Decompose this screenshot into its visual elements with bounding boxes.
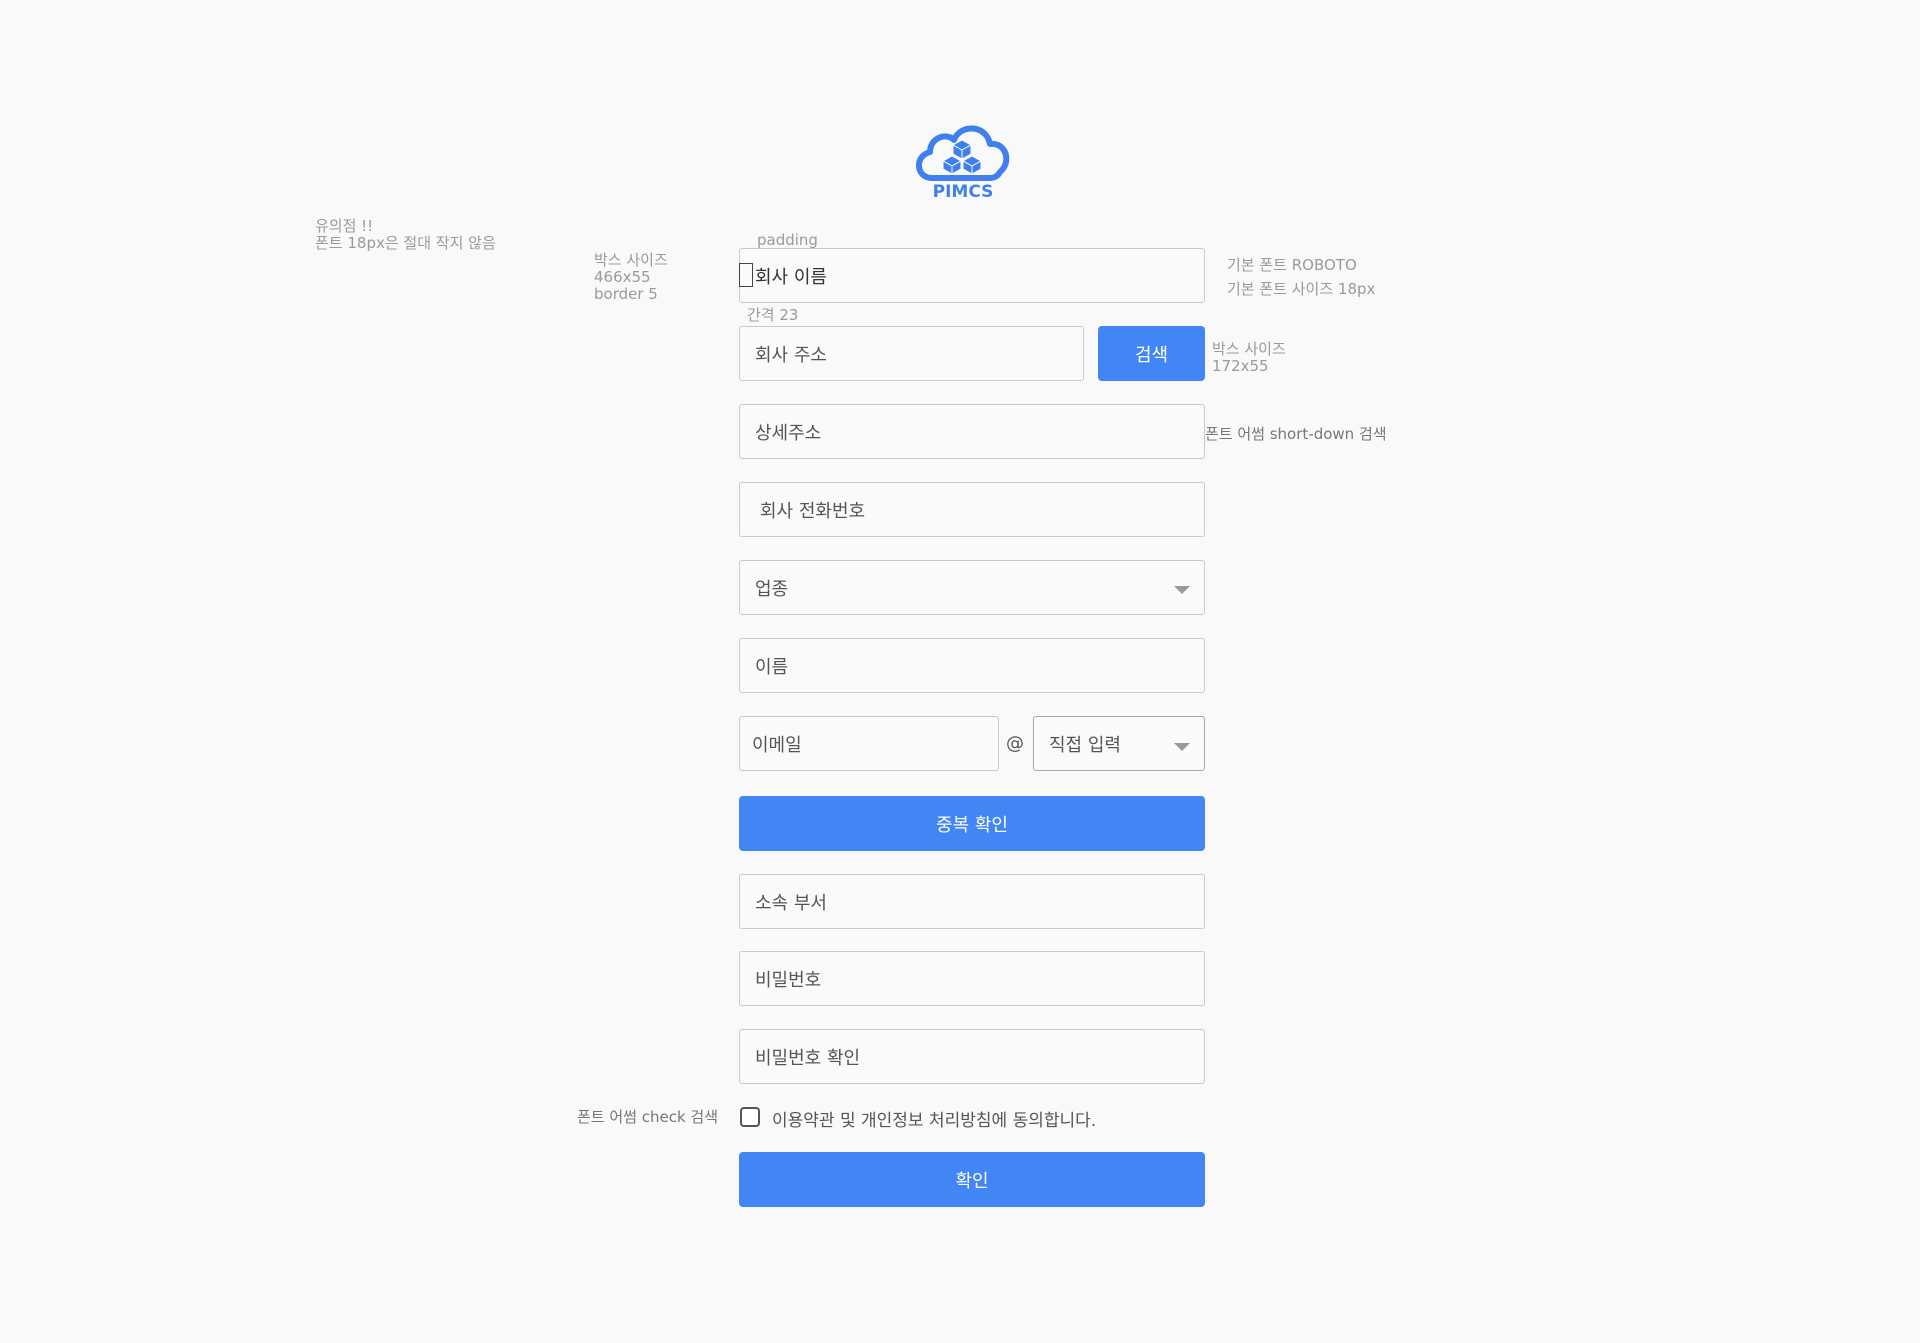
password-input[interactable]: 비밀번호 <box>739 951 1205 1006</box>
at-sign: @ <box>1006 733 1024 754</box>
agree-terms-checkbox[interactable] <box>740 1107 760 1127</box>
password-placeholder: 비밀번호 <box>755 969 822 991</box>
company-phone-placeholder: 회사 전화번호 <box>760 500 866 522</box>
industry-placeholder: 업종 <box>755 578 789 600</box>
confirm-button[interactable]: 확인 <box>739 1152 1205 1207</box>
spacing-note: 간격 23 <box>747 306 799 324</box>
name-placeholder: 이름 <box>755 656 789 678</box>
company-name-input[interactable]: 회사 이름 <box>739 248 1205 303</box>
email-placeholder: 이메일 <box>752 734 802 756</box>
caution-title-note: 유의점 !! <box>315 217 374 235</box>
department-input[interactable]: 소속 부서 <box>739 874 1205 929</box>
border-value-note: border 5 <box>594 285 658 303</box>
logo-text: PIMCS <box>932 182 994 202</box>
chevron-down-icon <box>1174 586 1190 594</box>
pimcs-logo: PIMCS <box>908 118 1018 206</box>
email-input[interactable]: 이메일 <box>739 716 999 771</box>
department-placeholder: 소속 부서 <box>755 892 827 914</box>
chevron-down-icon <box>1174 743 1190 751</box>
detail-address-input[interactable]: 상세주소 <box>739 404 1205 459</box>
company-address-placeholder: 회사 주소 <box>755 344 827 366</box>
base-font-size-note: 기본 폰트 사이즈 18px <box>1227 280 1376 298</box>
password-confirm-placeholder: 비밀번호 확인 <box>755 1047 861 1069</box>
padding-label-note: padding <box>757 231 818 249</box>
email-domain-value: 직접 입력 <box>1049 734 1121 756</box>
padding-marker <box>739 263 753 287</box>
email-domain-select[interactable]: 직접 입력 <box>1033 716 1205 771</box>
name-input[interactable]: 이름 <box>739 638 1205 693</box>
font-awesome-check-note: 폰트 어썸 check 검색 <box>577 1108 719 1126</box>
font-awesome-dropdown-note: 폰트 어썸 short-down 검색 <box>1205 425 1387 443</box>
company-address-input[interactable]: 회사 주소 <box>739 326 1084 381</box>
caution-body-note: 폰트 18px은 절대 작지 않음 <box>315 234 496 252</box>
industry-select[interactable]: 업종 <box>739 560 1205 615</box>
duplicate-check-button[interactable]: 중복 확인 <box>739 796 1205 851</box>
password-confirm-input[interactable]: 비밀번호 확인 <box>739 1029 1205 1084</box>
company-name-placeholder: 회사 이름 <box>755 266 827 288</box>
box-size-label-note: 박스 사이즈 <box>594 251 668 269</box>
search-box-size-label-note: 박스 사이즈 <box>1212 340 1286 358</box>
search-box-size-value-note: 172x55 <box>1212 357 1269 375</box>
detail-address-placeholder: 상세주소 <box>755 422 822 444</box>
box-size-value-note: 466x55 <box>594 268 651 286</box>
agree-terms-label[interactable]: 이용약관 및 개인정보 처리방침에 동의합니다. <box>772 1106 1096 1131</box>
search-button[interactable]: 검색 <box>1098 326 1205 381</box>
company-phone-input[interactable]: 회사 전화번호 <box>739 482 1205 537</box>
base-font-note: 기본 폰트 ROBOTO <box>1227 256 1357 274</box>
